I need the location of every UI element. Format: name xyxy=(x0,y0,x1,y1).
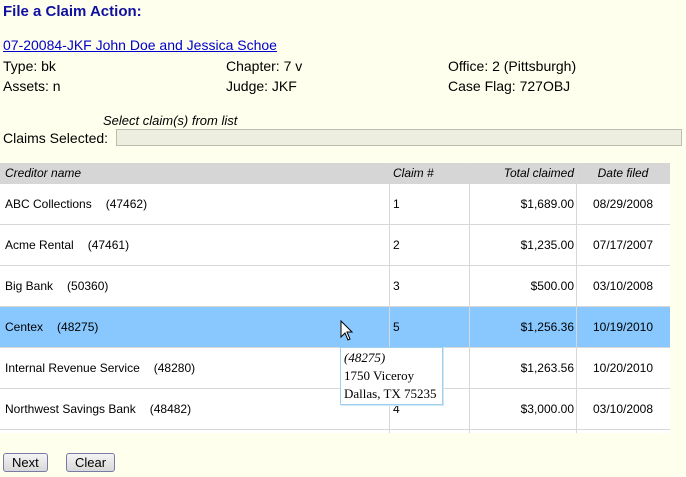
table-row[interactable]: ABC Collections (47462) 1 $1,689.00 08/29… xyxy=(0,184,670,225)
next-button[interactable]: Next xyxy=(3,453,48,472)
table-header: Creditor name Claim # Total claimed Date… xyxy=(0,163,670,184)
table-row[interactable]: Big Bank (50360) 3 $500.00 03/10/2008 xyxy=(0,266,670,307)
total-claimed: $1,689.00 xyxy=(520,197,574,211)
total-claimed: $1,235.00 xyxy=(520,238,574,252)
select-claims-hint: Select claim(s) from list xyxy=(103,113,238,128)
creditor-id: (48275) xyxy=(57,320,99,334)
creditor-name: ABC Collections xyxy=(5,197,92,211)
date-filed: 08/29/2008 xyxy=(592,197,654,211)
header-claim-number[interactable]: Claim # xyxy=(393,163,434,184)
total-claimed: $1,263.56 xyxy=(520,361,574,375)
table-row[interactable]: Internal Revenue Service (48280) $1,263.5… xyxy=(0,348,670,389)
creditor-name: Centex xyxy=(5,320,44,334)
case-chapter: Chapter: 7 v xyxy=(226,58,303,74)
creditor-name: Big Bank xyxy=(5,279,54,293)
table-row[interactable]: Northwest Savings Bank (48482) 4 $3,000.0… xyxy=(0,389,670,430)
case-assets: Assets: n xyxy=(3,78,61,94)
column-divider xyxy=(576,163,577,433)
date-filed: 10/19/2010 xyxy=(592,320,654,334)
table-row[interactable]: Acme Rental (47461) 2 $1,235.00 07/17/200… xyxy=(0,225,670,266)
claim-number: 3 xyxy=(393,279,400,293)
total-claimed: $3,000.00 xyxy=(520,402,574,416)
total-claimed: $500.00 xyxy=(530,279,574,293)
creditor-name: Acme Rental xyxy=(5,238,74,252)
creditor-name: Internal Revenue Service xyxy=(5,361,140,375)
date-filed: 10/20/2010 xyxy=(592,361,654,375)
date-filed: 03/10/2008 xyxy=(592,279,654,293)
creditor-id: (47461) xyxy=(87,238,130,252)
case-link[interactable]: 07-20084-JKF John Doe and Jessica Schoe xyxy=(3,37,277,53)
mouse-cursor-icon xyxy=(340,320,354,341)
case-flag: Case Flag: 727OBJ xyxy=(448,78,571,94)
creditor-id: (48280) xyxy=(153,361,196,375)
date-filed: 07/17/2007 xyxy=(592,238,654,252)
tooltip-address-line1: 1750 Viceroy xyxy=(344,368,415,383)
clear-button[interactable]: Clear xyxy=(66,453,116,472)
header-total-claimed[interactable]: Total claimed xyxy=(470,163,574,184)
page-title: File a Claim Action: xyxy=(3,3,142,20)
case-office: Office: 2 (Pittsburgh) xyxy=(448,58,577,74)
claim-number: 1 xyxy=(393,197,400,211)
creditor-id: (50360) xyxy=(67,279,109,293)
date-filed: 03/10/2008 xyxy=(592,402,654,416)
claim-number: 5 xyxy=(393,320,400,334)
case-judge: Judge: JKF xyxy=(226,78,297,94)
case-type: Type: bk xyxy=(3,58,56,74)
claims-table: Creditor name Claim # Total claimed Date… xyxy=(0,163,670,433)
table-row-selected[interactable]: Centex (48275) 5 $1,256.36 10/19/2010 xyxy=(0,307,670,348)
creditor-address-tooltip: (48275) 1750 Viceroy Dallas, TX 75235 xyxy=(340,347,443,405)
tooltip-address-line2: Dallas, TX 75235 xyxy=(344,386,437,401)
tooltip-creditor-id: (48275) xyxy=(344,350,386,365)
claim-number: 2 xyxy=(393,238,400,252)
creditor-id: (47462) xyxy=(105,197,148,211)
header-date-filed[interactable]: Date filed xyxy=(578,163,668,184)
claims-selected-field[interactable] xyxy=(116,129,682,146)
creditor-name: Northwest Savings Bank xyxy=(5,402,136,416)
total-claimed: $1,256.36 xyxy=(520,320,574,334)
column-divider xyxy=(469,163,470,433)
claims-selected-label: Claims Selected: xyxy=(3,130,109,146)
header-creditor-name[interactable]: Creditor name xyxy=(5,163,81,184)
creditor-id: (48482) xyxy=(149,402,192,416)
